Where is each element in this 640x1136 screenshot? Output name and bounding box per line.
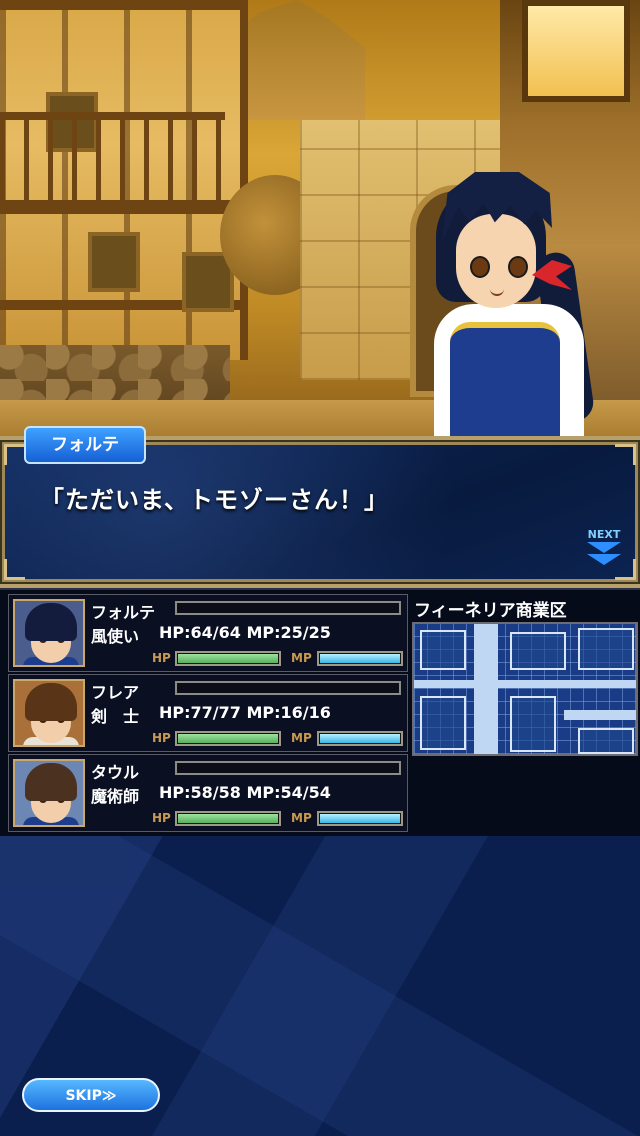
- next-label: NEXT: [587, 528, 621, 541]
- action-gauge: [175, 681, 401, 695]
- portrait-forte: [13, 599, 85, 667]
- minimap[interactable]: [412, 622, 638, 756]
- balcony-railing: [0, 112, 225, 214]
- hp-bar: [175, 731, 281, 746]
- dialogue-text: 「ただいま、トモゾーさん！」: [40, 486, 390, 514]
- member-name: フレア: [91, 683, 140, 702]
- party-member-taul[interactable]: タウル 魔術師 HP:58/58 MP:54/54 HP MP: [8, 754, 408, 832]
- party-member-flare[interactable]: フレア 剣 士 HP:77/77 MP:16/16 HP MP: [8, 674, 408, 752]
- member-hp-mp: HP:77/77 MP:16/16: [159, 703, 331, 722]
- mp-bar: [317, 811, 403, 826]
- next-button[interactable]: NEXT: [584, 528, 624, 565]
- member-hp-mp: HP:58/58 MP:54/54: [159, 783, 331, 802]
- left-timber-building: [0, 0, 248, 360]
- portrait-flare: [13, 679, 85, 747]
- dialogue-box[interactable]: フォルテ 「ただいま、トモゾーさん！」 NEXT: [0, 426, 640, 588]
- portrait-taul: [13, 759, 85, 827]
- mp-label: MP: [291, 731, 312, 745]
- member-class: 剣 士: [91, 707, 140, 726]
- hp-bar: [175, 651, 281, 666]
- character-forte: [428, 172, 598, 440]
- mp-label: MP: [291, 651, 312, 665]
- lantern: [522, 0, 630, 102]
- hp-label: HP: [152, 651, 171, 665]
- hp-label: HP: [152, 811, 171, 825]
- map-panel: フィーネリア商業区: [412, 594, 638, 834]
- area-name: フィーネリア商業区: [414, 601, 567, 621]
- party-list: フォルテ 風使い HP:64/64 MP:25/25 HP MP フレア 剣 士…: [8, 594, 408, 834]
- action-gauge: [175, 601, 401, 615]
- action-gauge: [175, 761, 401, 775]
- status-panel: フォルテ 風使い HP:64/64 MP:25/25 HP MP フレア 剣 士…: [0, 588, 640, 838]
- scene-background: [0, 0, 640, 440]
- chevron-double-down-icon: [584, 542, 624, 565]
- skip-button[interactable]: SKIP≫: [22, 1078, 160, 1112]
- mp-bar: [317, 651, 403, 666]
- mp-label: MP: [291, 811, 312, 825]
- member-name: フォルテ: [91, 603, 156, 622]
- member-name: タウル: [91, 763, 140, 782]
- member-hp-mp: HP:64/64 MP:25/25: [159, 623, 331, 642]
- member-class: 風使い: [91, 627, 140, 646]
- hp-bar: [175, 811, 281, 826]
- hp-label: HP: [152, 731, 171, 745]
- speaker-name-tag: フォルテ: [24, 426, 146, 464]
- member-class: 魔術師: [91, 787, 140, 806]
- party-member-forte[interactable]: フォルテ 風使い HP:64/64 MP:25/25 HP MP: [8, 594, 408, 672]
- mp-bar: [317, 731, 403, 746]
